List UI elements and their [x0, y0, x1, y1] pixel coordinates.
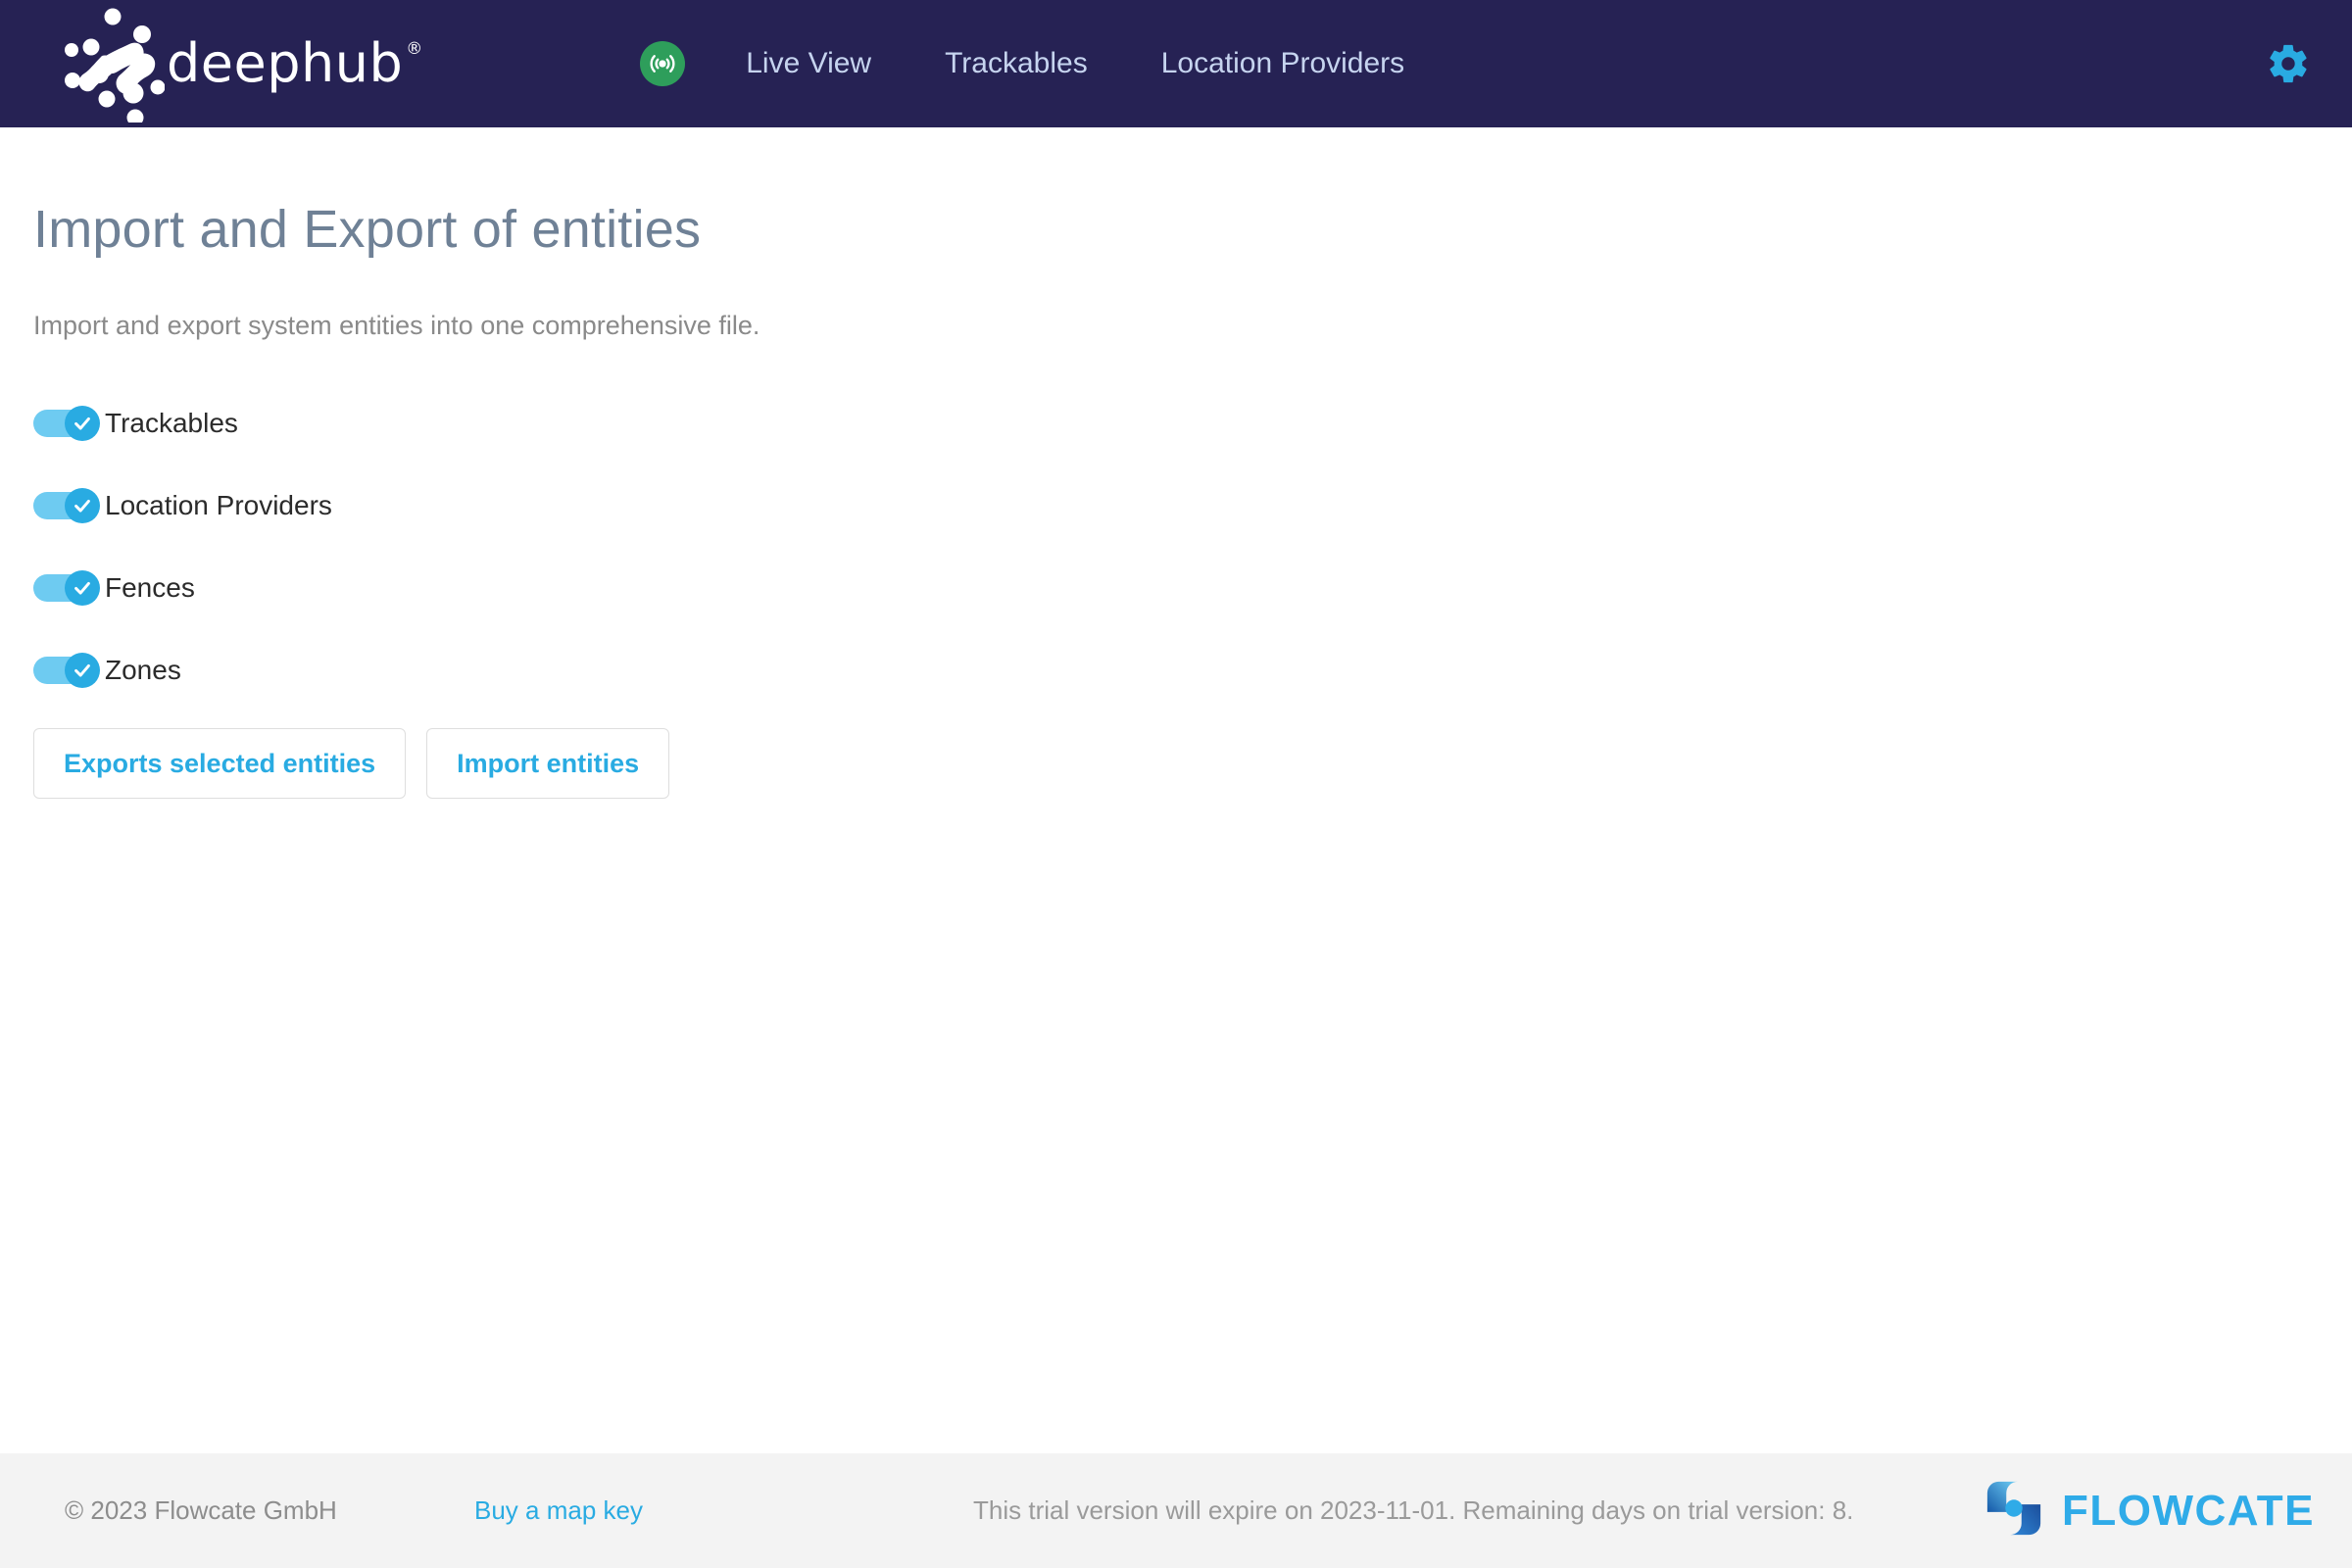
check-icon: [74, 416, 90, 430]
toggle-label: Zones: [105, 654, 181, 685]
toggle-label: Fences: [105, 571, 195, 603]
gear-icon[interactable]: [2266, 41, 2311, 86]
toggle-label: Trackables: [105, 407, 238, 438]
page-title: Import and Export of entities: [33, 200, 702, 259]
toggle-row-fences[interactable]: Fences: [33, 562, 582, 614]
brand-wordmark: deephub ®: [167, 37, 422, 90]
app-header: deephub ® Live View Trackables Location …: [0, 0, 2352, 127]
broadcast-signal-icon[interactable]: [640, 41, 686, 86]
app-footer: © 2023 Flowcate GmbH Buy a map key This …: [0, 1453, 2352, 1568]
check-icon: [74, 663, 90, 677]
flowcate-wordmark: FLOWCATE: [2061, 1486, 2315, 1535]
page-description: Import and export system entities into o…: [33, 311, 760, 341]
copyright-text: © 2023 Flowcate GmbH: [65, 1495, 337, 1525]
toggle-switch-location-providers[interactable]: [33, 487, 100, 523]
brand-name: deephub: [167, 32, 404, 94]
switch-knob: [65, 405, 100, 441]
export-selected-entities-button[interactable]: Exports selected entities: [33, 727, 407, 799]
entity-toggle-list: Trackables Location Providers Fences Zon…: [33, 397, 2319, 697]
nav-item-location-providers[interactable]: Location Providers: [1161, 47, 1404, 80]
toggle-row-zones[interactable]: Zones: [33, 644, 582, 697]
switch-knob: [65, 652, 100, 688]
toggle-switch-zones[interactable]: [33, 652, 100, 688]
check-icon: [74, 499, 90, 513]
toggle-row-location-providers[interactable]: Location Providers: [33, 479, 582, 532]
check-icon: [74, 581, 90, 595]
flowcate-pinwheel-icon: [1984, 1478, 2044, 1544]
registered-mark: ®: [406, 39, 423, 59]
switch-knob: [65, 487, 100, 523]
toggle-row-trackables[interactable]: Trackables: [33, 397, 582, 450]
toggle-switch-fences[interactable]: [33, 569, 100, 606]
main-content: Import and Export of entities Import and…: [0, 127, 2352, 799]
nav-item-trackables[interactable]: Trackables: [945, 47, 1088, 80]
brand-logo[interactable]: deephub ®: [45, 0, 422, 127]
main-navigation: Live View Trackables Location Providers: [640, 0, 1404, 127]
deephub-dots-logo-icon: [45, 5, 165, 122]
toggle-switch-trackables[interactable]: [33, 405, 100, 441]
nav-item-live-view[interactable]: Live View: [746, 47, 871, 80]
trial-notice: This trial version will expire on 2023-1…: [973, 1495, 1854, 1525]
toggle-label: Location Providers: [105, 489, 332, 520]
buy-map-key-link[interactable]: Buy a map key: [474, 1495, 643, 1526]
action-button-row: Exports selected entities Import entitie…: [33, 727, 2319, 799]
import-entities-button[interactable]: Import entities: [426, 727, 670, 799]
switch-knob: [65, 569, 100, 606]
flowcate-logo: FLOWCATE: [1984, 1478, 2315, 1544]
